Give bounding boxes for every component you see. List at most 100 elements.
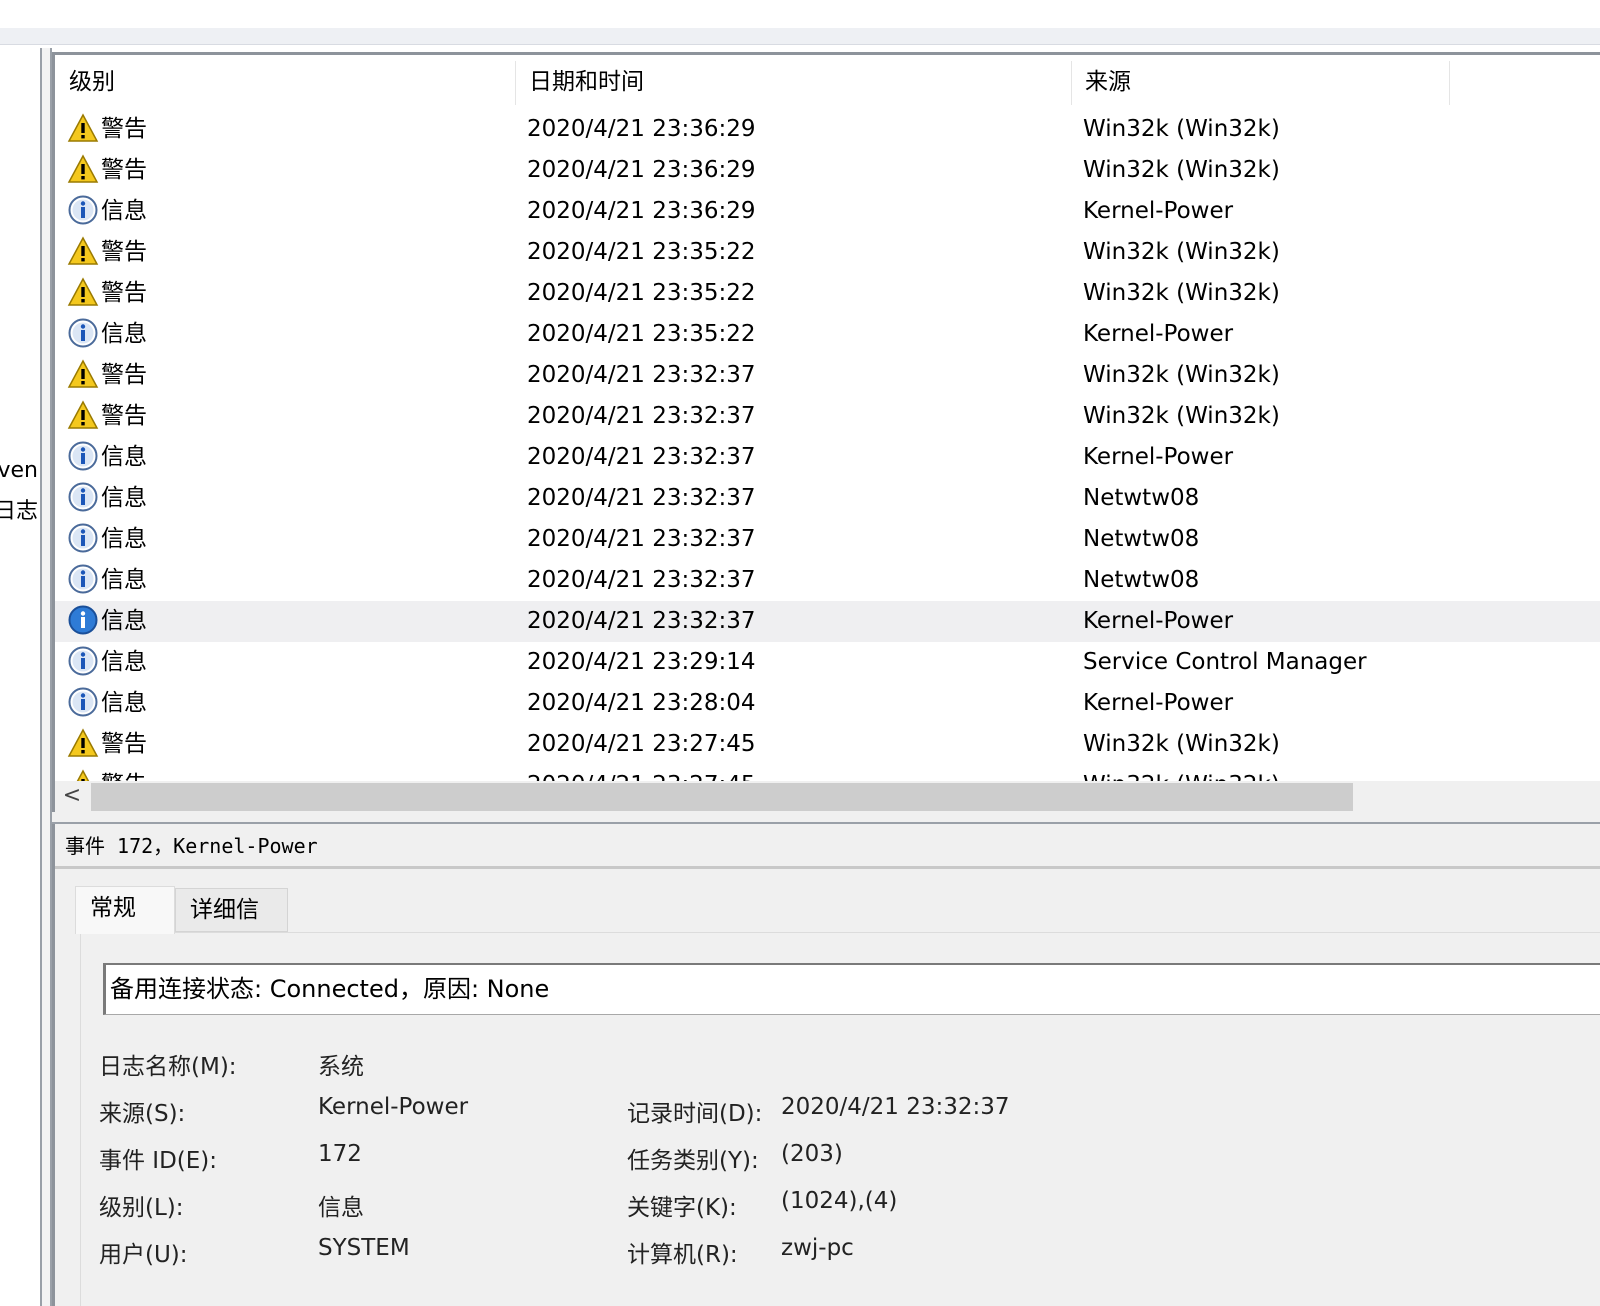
logged-label: 记录时间(D):: [627, 1101, 763, 1127]
event-level-text: 警告: [101, 731, 147, 757]
event-row[interactable]: 警告 2020/4/21 23:27:45 Win32k (Win32k): [55, 765, 1600, 781]
task-category-value: (203): [781, 1141, 843, 1167]
event-row[interactable]: 警告 2020/4/21 23:32:37 Win32k (Win32k): [55, 396, 1600, 437]
event-level-cell: 信息: [67, 314, 147, 355]
event-level-cell: 信息: [67, 478, 147, 519]
warning-icon: [67, 153, 99, 185]
event-row[interactable]: 警告 2020/4/21 23:35:22 Win32k (Win32k): [55, 232, 1600, 273]
column-header-source[interactable]: 来源: [1071, 55, 1449, 109]
info-icon: [67, 194, 99, 226]
event-level-text: 信息: [101, 567, 147, 593]
event-level-cell: 警告: [67, 765, 147, 781]
event-source-cell: Win32k (Win32k): [1083, 731, 1280, 757]
event-level-text: 信息: [101, 608, 147, 634]
source-value: Kernel-Power: [318, 1094, 469, 1120]
event-level-cell: 信息: [67, 560, 147, 601]
event-datetime-cell: 2020/4/21 23:35:22: [527, 280, 756, 306]
source-label: 来源(S):: [99, 1101, 186, 1127]
info-icon: [67, 563, 99, 595]
event-row[interactable]: 信息 2020/4/21 23:29:14 Service Control Mana…: [55, 642, 1600, 683]
event-source-cell: Kernel-Power: [1083, 321, 1234, 347]
tab-general-content: 备用连接状态: Connected，原因: None 日志名称(M): 系统 来…: [80, 932, 1600, 1306]
event-row[interactable]: 警告 2020/4/21 23:36:29 Win32k (Win32k): [55, 150, 1600, 191]
event-datetime-cell: 2020/4/21 23:36:29: [527, 157, 756, 183]
warning-icon: [67, 358, 99, 390]
event-source-cell: Win32k (Win32k): [1083, 239, 1280, 265]
task-category-label: 任务类别(Y):: [627, 1148, 759, 1174]
event-level-text: 信息: [101, 526, 147, 552]
user-label: 用户(U):: [99, 1242, 188, 1268]
event-datetime-cell: 2020/4/21 23:27:45: [527, 731, 756, 757]
column-separator[interactable]: [1449, 61, 1450, 105]
event-row[interactable]: 信息 2020/4/21 23:32:37 Kernel-Power: [55, 601, 1600, 642]
level-value: 信息: [318, 1195, 364, 1221]
event-level-text: 警告: [101, 403, 147, 429]
horizontal-scrollbar[interactable]: <: [55, 781, 1600, 813]
event-row[interactable]: 警告 2020/4/21 23:35:22 Win32k (Win32k): [55, 273, 1600, 314]
event-level-text: 警告: [101, 362, 147, 388]
column-header-level[interactable]: 级别: [55, 55, 515, 109]
warning-icon: [67, 399, 99, 431]
event-source-cell: Win32k (Win32k): [1083, 362, 1280, 388]
pane-splitter[interactable]: [42, 48, 52, 1306]
event-level-text: 信息: [101, 690, 147, 716]
event-datetime-cell: 2020/4/21 23:27:45: [527, 765, 756, 781]
event-level-cell: 信息: [67, 437, 147, 478]
event-level-text: 警告: [101, 280, 147, 306]
event-source-cell: Win32k (Win32k): [1083, 116, 1280, 142]
info-icon: [67, 440, 99, 472]
log-name-label: 日志名称(M):: [99, 1054, 237, 1080]
logged-value: 2020/4/21 23:32:37: [781, 1094, 1010, 1120]
tree-item-logs[interactable]: 日志: [0, 493, 38, 525]
info-icon: [67, 645, 99, 677]
event-row[interactable]: 信息 2020/4/21 23:36:29 Kernel-Power: [55, 191, 1600, 232]
tab-general[interactable]: 常规: [75, 886, 175, 934]
event-datetime-cell: 2020/4/21 23:32:37: [527, 444, 756, 470]
event-row[interactable]: 信息 2020/4/21 23:28:04 Kernel-Power: [55, 683, 1600, 724]
event-source-cell: Kernel-Power: [1083, 690, 1234, 716]
event-row[interactable]: 信息 2020/4/21 23:32:37 Netwtw08: [55, 519, 1600, 560]
event-source-cell: Netwtw08: [1083, 485, 1200, 511]
warning-icon: [67, 727, 99, 759]
event-level-cell: 信息: [67, 683, 147, 724]
event-datetime-cell: 2020/4/21 23:28:04: [527, 690, 756, 716]
event-row[interactable]: 信息 2020/4/21 23:32:37 Kernel-Power: [55, 437, 1600, 478]
event-datetime-cell: 2020/4/21 23:32:37: [527, 526, 756, 552]
event-list-header: 级别 日期和时间 来源: [55, 55, 1600, 109]
event-row[interactable]: 警告 2020/4/21 23:36:29 Win32k (Win32k): [55, 109, 1600, 150]
scroll-left-arrow-icon[interactable]: <: [55, 781, 89, 813]
event-list: 级别 日期和时间 来源 警告 2020/4/21 23:36:29 Win32k (…: [52, 52, 1600, 815]
event-description-box[interactable]: 备用连接状态: Connected，原因: None: [103, 963, 1600, 1015]
info-icon: [67, 604, 99, 636]
event-datetime-cell: 2020/4/21 23:32:37: [527, 362, 756, 388]
tree-item-event-viewer[interactable]: ven: [0, 458, 38, 483]
computer-value: zwj-pc: [781, 1235, 854, 1261]
column-header-datetime[interactable]: 日期和时间: [515, 55, 1071, 109]
level-label: 级别(L):: [99, 1195, 184, 1221]
event-level-cell: 警告: [67, 232, 147, 273]
event-row[interactable]: 警告 2020/4/21 23:32:37 Win32k (Win32k): [55, 355, 1600, 396]
warning-icon: [67, 235, 99, 267]
event-datetime-cell: 2020/4/21 23:32:37: [527, 567, 756, 593]
event-datetime-cell: 2020/4/21 23:35:22: [527, 239, 756, 265]
pane-divider[interactable]: [52, 812, 1600, 824]
event-row[interactable]: 警告 2020/4/21 23:27:45 Win32k (Win32k): [55, 724, 1600, 765]
scrollbar-thumb[interactable]: [91, 783, 1353, 811]
event-level-cell: 警告: [67, 109, 147, 150]
event-source-cell: Kernel-Power: [1083, 198, 1234, 224]
event-detail-title: 事件 172，Kernel-Power: [65, 834, 318, 858]
toolbar-strip: [0, 28, 1600, 45]
event-source-cell: Win32k (Win32k): [1083, 403, 1280, 429]
navigation-tree-pane[interactable]: ven 日志: [0, 48, 42, 1306]
event-row[interactable]: 信息 2020/4/21 23:32:37 Netwtw08: [55, 560, 1600, 601]
event-rows: 警告 2020/4/21 23:36:29 Win32k (Win32k) 警告 202…: [55, 109, 1600, 781]
warning-icon: [67, 276, 99, 308]
warning-icon: [67, 768, 99, 781]
event-datetime-cell: 2020/4/21 23:29:14: [527, 649, 756, 675]
tab-details[interactable]: 详细信息: [175, 888, 288, 965]
event-level-text: 信息: [101, 198, 147, 224]
event-id-value: 172: [318, 1141, 362, 1167]
event-row[interactable]: 信息 2020/4/21 23:32:37 Netwtw08: [55, 478, 1600, 519]
event-row[interactable]: 信息 2020/4/21 23:35:22 Kernel-Power: [55, 314, 1600, 355]
event-level-text: 信息: [101, 444, 147, 470]
